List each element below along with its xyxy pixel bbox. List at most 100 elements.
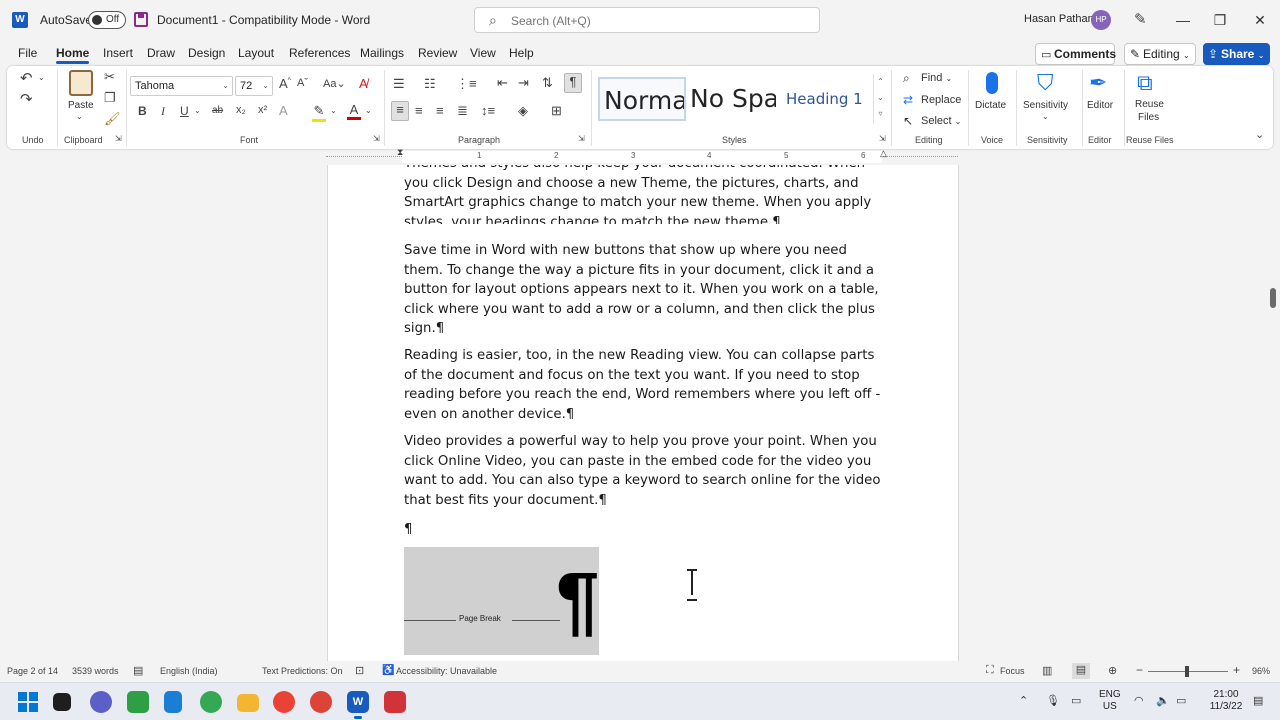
word-taskbar-icon[interactable]: W (347, 691, 369, 719)
strikethrough-button[interactable]: ab (212, 105, 223, 116)
web-layout-icon[interactable]: ⊕ (1108, 664, 1117, 677)
indent-marker-icon[interactable]: ⧗ (397, 147, 403, 158)
language-indicator[interactable]: English (India) (160, 666, 218, 676)
microphone-icon[interactable]: 🎙 (1046, 694, 1060, 707)
chevron-down-icon[interactable]: ⌄ (1042, 112, 1049, 121)
chrome-app-icon[interactable] (310, 691, 332, 713)
align-right-icon[interactable]: ≡ (436, 103, 444, 118)
sort-icon[interactable]: ⇅ (542, 75, 553, 91)
empty-paragraph[interactable]: ¶ (404, 520, 884, 540)
text-predictions-status[interactable]: Text Predictions: On (262, 666, 343, 676)
align-center-icon[interactable]: ≡ (415, 103, 423, 118)
battery-icon[interactable]: ▭ (1176, 694, 1186, 707)
shrink-font-icon[interactable]: Aˇ (297, 77, 308, 89)
document-page[interactable]: Themes and styles also help keep your do… (327, 165, 959, 661)
increase-indent-icon[interactable]: ⇥ (518, 75, 529, 91)
superscript-button[interactable]: x² (258, 104, 267, 116)
editing-mode-button[interactable]: ✎ Editing ⌄ (1124, 43, 1196, 65)
share-button[interactable]: ⇪ Share ⌄ (1203, 43, 1270, 65)
copy-icon[interactable]: ❐ (104, 90, 116, 106)
redo-icon[interactable]: ↷ (20, 90, 33, 108)
designer-pen-icon[interactable]: ✎ (1134, 10, 1147, 28)
chevron-down-icon[interactable]: ⌄ (330, 106, 337, 115)
justify-icon[interactable]: ≣ (457, 103, 468, 119)
more-styles-icon[interactable]: ▿ (874, 106, 887, 122)
chevron-up-icon[interactable]: ⌃ (874, 74, 887, 90)
paste-icon[interactable] (69, 70, 93, 96)
subscript-button[interactable]: x₂ (236, 104, 246, 116)
input-language[interactable]: ENG US (1099, 689, 1121, 713)
restore-button[interactable]: ❐ (1208, 8, 1232, 32)
tab-insert[interactable]: Insert (103, 46, 133, 60)
bullets-icon[interactable]: ☰ (393, 76, 405, 92)
recorder-app-icon[interactable] (384, 691, 406, 713)
replace-button[interactable]: ⇄ Replace (903, 93, 961, 107)
search-box[interactable]: ⌕ (474, 7, 820, 33)
dialog-launcher-icon[interactable]: ⇲ (879, 134, 886, 143)
line-spacing-icon[interactable]: ↕≡ (481, 103, 495, 118)
reuse-files-icon[interactable]: ⧉ (1137, 70, 1153, 96)
style-heading-1[interactable]: Heading 1 (786, 77, 870, 121)
borders-icon[interactable]: ⊞ (551, 103, 562, 119)
cut-icon[interactable]: ✂ (104, 69, 115, 85)
chevron-down-icon[interactable]: ⌄ (874, 90, 887, 106)
wifi-icon[interactable]: ◠ (1134, 694, 1144, 707)
text-effects-icon[interactable]: A (279, 103, 288, 118)
grow-font-icon[interactable]: A^ (279, 76, 291, 91)
zoom-level[interactable]: 96% (1252, 666, 1270, 676)
page-count[interactable]: Page 2 of 14 (7, 666, 58, 676)
dictate-button[interactable]: Dictate (975, 100, 1006, 111)
dialog-launcher-icon[interactable]: ⇲ (115, 134, 122, 143)
page-break[interactable]: Page Break ¶ (404, 547, 599, 655)
scrollbar-thumb[interactable] (1270, 288, 1276, 308)
accessibility-status[interactable]: Accessibility: Unavailable (396, 666, 497, 676)
chevron-down-icon[interactable]: ⌄ (76, 112, 83, 121)
vertical-scrollbar[interactable] (1266, 165, 1280, 661)
chevron-up-icon[interactable]: ⌃ (1019, 694, 1028, 707)
close-button[interactable]: ✕ (1248, 8, 1272, 32)
font-size-select[interactable]: 72 ⌄ (235, 76, 273, 96)
tab-draw[interactable]: Draw (147, 46, 175, 60)
editor-pen-icon[interactable]: ✒ (1089, 70, 1107, 96)
terminal-app-icon[interactable] (53, 693, 71, 711)
notification-icon[interactable]: ▤ (1253, 694, 1263, 707)
clear-formatting-icon[interactable]: A̸ (359, 76, 368, 91)
numbering-icon[interactable]: ☷ (424, 76, 436, 92)
file-explorer-icon[interactable] (237, 694, 259, 712)
start-button[interactable] (17, 691, 39, 713)
italic-button[interactable]: I (161, 104, 165, 119)
tab-design[interactable]: Design (188, 46, 225, 60)
clock[interactable]: 21:00 11/3/22 (1206, 689, 1246, 713)
focus-button[interactable]: Focus (1000, 666, 1025, 676)
tab-layout[interactable]: Layout (238, 46, 274, 60)
zoom-in-button[interactable]: + (1233, 663, 1240, 677)
word-count[interactable]: 3539 words (72, 666, 119, 676)
styles-gallery-scroll[interactable]: ⌃ ⌄ ▿ (873, 74, 887, 124)
underline-button[interactable]: U (180, 104, 189, 118)
align-left-icon[interactable]: ≡ (391, 101, 409, 121)
tab-view[interactable]: View (470, 46, 496, 60)
autosave-toggle[interactable]: Off (88, 11, 126, 29)
save-icon[interactable] (134, 12, 148, 27)
paragraph[interactable]: Video provides a powerful way to help yo… (404, 432, 884, 510)
find-button[interactable]: ⌕ Find ⌄ (903, 71, 952, 85)
comments-button[interactable]: ▭ Comments (1035, 43, 1116, 65)
tab-home[interactable]: Home (56, 46, 90, 64)
camtasia-app-icon[interactable] (127, 691, 149, 713)
bold-button[interactable]: B (138, 104, 147, 118)
chrome-app-icon[interactable] (273, 691, 295, 713)
font-color-icon[interactable]: A (347, 102, 361, 120)
tab-help[interactable]: Help (509, 46, 534, 60)
paragraph[interactable]: Themes and styles also help keep your do… (404, 165, 884, 224)
macro-icon[interactable]: ⊡ (355, 664, 364, 677)
volume-icon[interactable]: 🔈 (1156, 694, 1170, 707)
paste-label[interactable]: Paste (68, 100, 94, 111)
document-area[interactable]: Themes and styles also help keep your do… (0, 165, 1266, 661)
editor-button[interactable]: Editor (1087, 100, 1113, 111)
microphone-icon[interactable] (986, 72, 998, 94)
tab-file[interactable]: File (18, 46, 37, 60)
chrome-app-icon[interactable] (200, 691, 222, 713)
right-indent-marker-icon[interactable]: △ (880, 148, 887, 159)
style-normal[interactable]: Norma (598, 77, 686, 121)
chevron-down-icon[interactable]: ⌄ (38, 73, 45, 82)
